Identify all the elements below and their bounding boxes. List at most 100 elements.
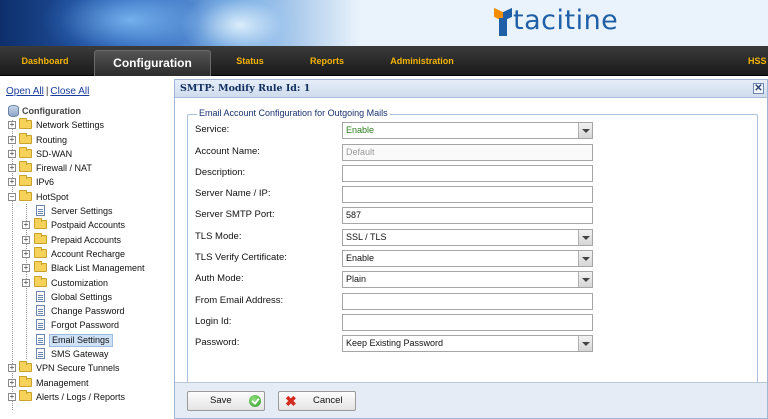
chevron-down-icon[interactable] (578, 230, 592, 245)
tree-item-label: Firewall / NAT (36, 163, 92, 174)
expand-plus-icon[interactable]: + (8, 164, 16, 173)
password-select[interactable]: Keep Existing Password (342, 335, 593, 352)
tree-item-management[interactable]: + Management (6, 375, 173, 390)
row-password: Password: Keep Existing Password (195, 335, 755, 352)
expand-plus-icon[interactable]: + (8, 121, 16, 130)
database-icon (8, 105, 19, 117)
description-field[interactable] (342, 165, 593, 182)
chevron-down-icon[interactable] (578, 251, 592, 266)
tree-item-label: HotSpot (36, 191, 69, 202)
auth-mode-label: Auth Mode: (195, 273, 244, 284)
tree-item-label: SMS Gateway (51, 349, 109, 360)
tree-item-label: Global Settings (51, 291, 113, 302)
tree-item-label-selected: Email Settings (49, 333, 113, 347)
tacitine-logo-icon (494, 6, 512, 36)
row-tls-verify: TLS Verify Certificate: Enable (195, 250, 755, 267)
folder-icon (19, 375, 32, 387)
expand-plus-icon[interactable]: + (8, 135, 16, 144)
auth-mode-value: Plain (346, 274, 367, 284)
tree-item-label: Network Settings (36, 120, 105, 131)
tree-item-routing[interactable]: + Routing (6, 132, 173, 147)
folder-icon (19, 361, 32, 373)
nav-status[interactable]: Status (230, 46, 270, 76)
nav-reports[interactable]: Reports (303, 46, 351, 76)
nav-hss[interactable]: HSS (748, 46, 768, 76)
tree-item-firewall-nat[interactable]: + Firewall / NAT (6, 161, 173, 175)
tree-item-prepaid-accounts[interactable]: + Prepaid Accounts (6, 232, 173, 247)
tree-item-forgot-password[interactable]: Forgot Password (6, 318, 173, 332)
smtp-port-label: Server SMTP Port: (195, 209, 275, 220)
login-id-label: Login Id: (195, 316, 232, 327)
folder-icon (34, 275, 47, 287)
chevron-down-icon[interactable] (578, 123, 592, 138)
collapse-minus-icon[interactable]: − (8, 192, 16, 201)
tree-item-global-settings[interactable]: Global Settings (6, 290, 173, 304)
row-auth-mode: Auth Mode: Plain (195, 271, 755, 288)
tree-item-customization[interactable]: + Customization (6, 275, 173, 290)
save-button-label: Save (210, 395, 232, 406)
expand-plus-icon[interactable]: + (22, 235, 30, 244)
auth-mode-select[interactable]: Plain (342, 271, 593, 288)
tree-item-email-settings[interactable]: Email Settings (6, 333, 173, 347)
login-id-field[interactable] (342, 314, 593, 331)
page-icon (36, 348, 45, 360)
tree-item-account-recharge[interactable]: + Account Recharge (6, 246, 173, 261)
expand-plus-icon[interactable]: + (22, 221, 30, 230)
from-email-field[interactable] (342, 293, 593, 310)
tls-mode-select[interactable]: SSL / TLS (342, 229, 593, 246)
expand-plus-icon[interactable]: + (8, 149, 16, 158)
tls-verify-select[interactable]: Enable (342, 250, 593, 267)
server-name-field[interactable] (342, 186, 593, 203)
tree-item-sd-wan[interactable]: + SD-WAN (6, 146, 173, 161)
expand-plus-icon[interactable]: + (8, 392, 16, 401)
account-name-field[interactable]: Default (342, 144, 593, 161)
chevron-down-icon[interactable] (578, 272, 592, 287)
tree-root[interactable]: Configuration (6, 104, 173, 118)
tree-item-alerts-logs-reports[interactable]: + Alerts / Logs / Reports (6, 389, 173, 404)
tree-item-label: Routing (36, 134, 68, 145)
tree-item-sms-gateway[interactable]: SMS Gateway (6, 347, 173, 361)
tree-item-label: Alerts / Logs / Reports (36, 391, 126, 402)
tree-item-label: Change Password (51, 306, 125, 317)
tree-item-change-password[interactable]: Change Password (6, 304, 173, 318)
tls-mode-value: SSL / TLS (346, 232, 387, 242)
expand-plus-icon[interactable]: + (8, 364, 16, 373)
top-navigation: Dashboard Configuration Status Reports A… (0, 46, 768, 76)
tree-item-network-settings[interactable]: + Network Settings (6, 118, 173, 132)
close-icon[interactable]: ✕ (753, 83, 764, 94)
save-button[interactable]: Save (187, 391, 265, 411)
folder-icon (34, 261, 47, 273)
tls-verify-value: Enable (346, 253, 375, 263)
tree-item-postpaid-accounts[interactable]: + Postpaid Accounts (6, 218, 173, 232)
chevron-down-icon[interactable] (578, 336, 592, 351)
tree-item-server-settings[interactable]: Server Settings (6, 204, 173, 218)
tree-item-black-list-management[interactable]: + Black List Management (6, 261, 173, 275)
page-icon (36, 319, 45, 331)
service-select[interactable]: Enable (342, 122, 593, 139)
open-all-link[interactable]: Open All (6, 86, 44, 97)
cancel-button[interactable]: ✖ Cancel (278, 391, 356, 411)
description-label: Description: (195, 167, 246, 178)
brand-logo: tacitine (494, 6, 618, 36)
tree-item-label: SD-WAN (36, 148, 73, 159)
nav-administration[interactable]: Administration (383, 46, 461, 76)
expand-plus-icon[interactable]: + (8, 178, 16, 187)
expand-plus-icon[interactable]: + (22, 249, 30, 258)
page-icon (36, 333, 45, 345)
tls-verify-label: TLS Verify Certificate: (195, 252, 287, 263)
tree-item-label: Customization (51, 277, 109, 288)
tree-item-ipv6[interactable]: + IPv6 (6, 175, 173, 189)
panel-header: SMTP: Modify Rule Id: 1 ✕ (175, 80, 767, 98)
tree-item-hotspot[interactable]: − HotSpot (6, 189, 173, 204)
nav-dashboard[interactable]: Dashboard (12, 46, 78, 76)
tree-item-vpn-secure-tunnels[interactable]: + VPN Secure Tunnels (6, 361, 173, 375)
check-circle-icon (249, 395, 261, 407)
nav-configuration[interactable]: Configuration (94, 50, 211, 76)
expand-plus-icon[interactable]: + (22, 264, 30, 273)
close-all-link[interactable]: Close All (50, 86, 89, 97)
row-smtp-port: Server SMTP Port: 587 (195, 207, 755, 224)
folder-icon (19, 175, 32, 187)
expand-plus-icon[interactable]: + (8, 378, 16, 387)
smtp-port-field[interactable]: 587 (342, 207, 593, 224)
expand-plus-icon[interactable]: + (22, 278, 30, 287)
